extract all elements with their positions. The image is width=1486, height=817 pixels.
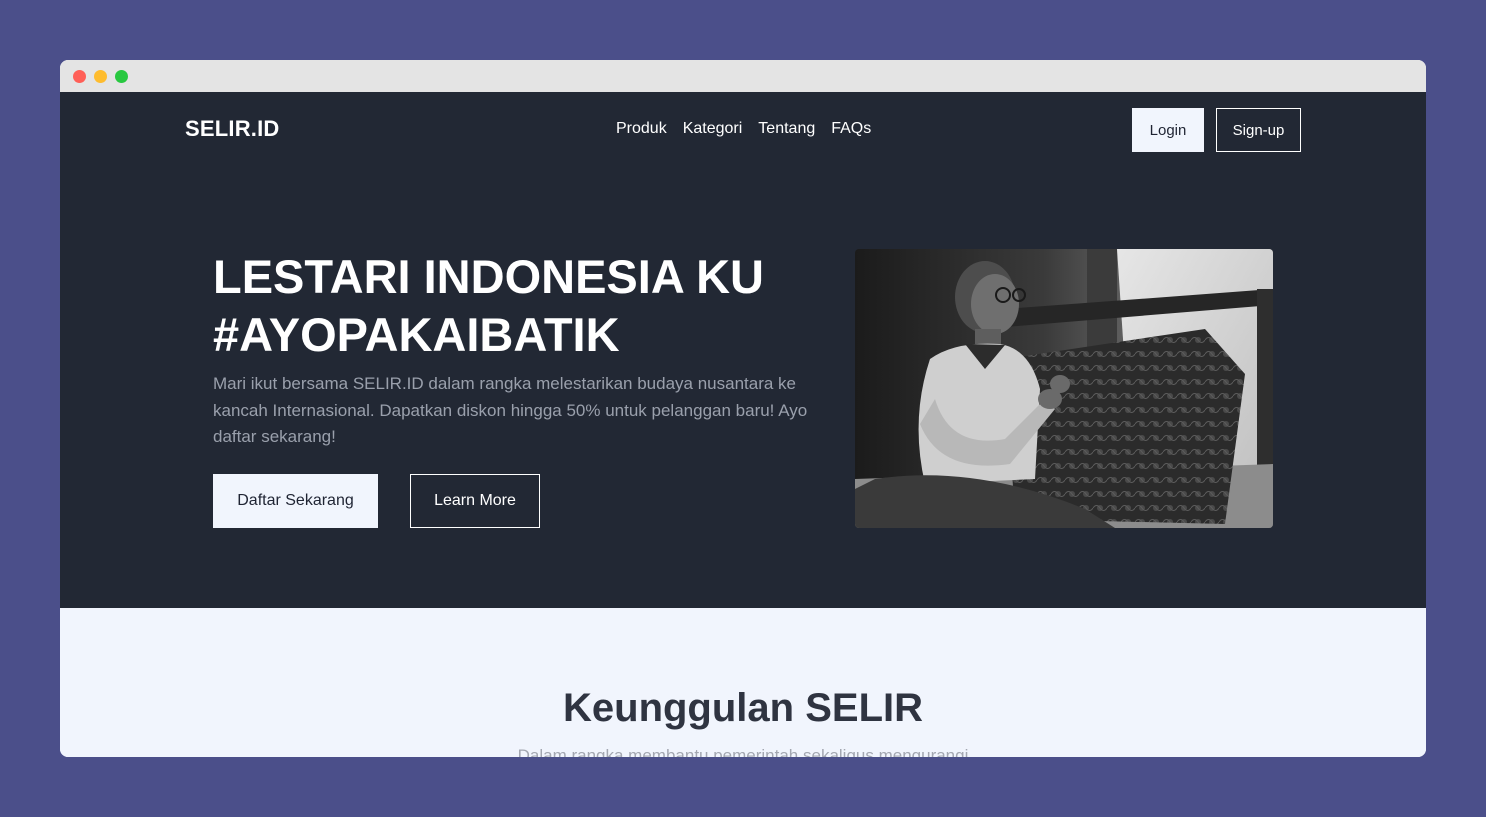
daftar-sekarang-button[interactable]: Daftar Sekarang xyxy=(213,474,378,528)
browser-window: SELIR.ID Produk Kategori Tentang FAQs Lo… xyxy=(60,60,1426,757)
hero-description: Mari ikut bersama SELIR.ID dalam rangka … xyxy=(213,374,808,446)
nav-link-tentang[interactable]: Tentang xyxy=(758,120,815,138)
hero-title: LESTARI INDONESIA KU #AYOPAKAIBATIK xyxy=(213,248,813,364)
maximize-window-control[interactable] xyxy=(115,69,128,83)
hero-title-line-2: #AYOPAKAIBATIK xyxy=(213,308,620,361)
login-button[interactable]: Login xyxy=(1132,108,1204,152)
batik-artisan-photo-icon xyxy=(855,249,1273,528)
features-subtitle: Dalam rangka membantu pemerintah sekalig… xyxy=(517,746,969,757)
minimize-window-control[interactable] xyxy=(94,69,107,83)
hero-section: SELIR.ID Produk Kategori Tentang FAQs Lo… xyxy=(60,92,1426,608)
brand-logo[interactable]: SELIR.ID xyxy=(185,116,280,142)
nav-link-kategori[interactable]: Kategori xyxy=(683,120,743,138)
nav-links: Produk Kategori Tentang FAQs xyxy=(616,120,871,138)
nav-link-faqs[interactable]: FAQs xyxy=(831,120,871,138)
navbar: SELIR.ID Produk Kategori Tentang FAQs Lo… xyxy=(60,92,1426,168)
signup-button[interactable]: Sign-up xyxy=(1216,108,1301,152)
hero-image xyxy=(855,249,1273,528)
hero-title-line-1: LESTARI INDONESIA KU xyxy=(213,250,764,303)
window-titlebar xyxy=(60,60,1426,92)
close-window-control[interactable] xyxy=(73,69,86,83)
page-content: SELIR.ID Produk Kategori Tentang FAQs Lo… xyxy=(60,92,1426,757)
features-section: Keunggulan SELIR Dalam rangka membantu p… xyxy=(60,608,1426,757)
learn-more-button[interactable]: Learn More xyxy=(410,474,540,528)
features-title: Keunggulan SELIR xyxy=(563,686,923,730)
nav-link-produk[interactable]: Produk xyxy=(616,120,667,138)
